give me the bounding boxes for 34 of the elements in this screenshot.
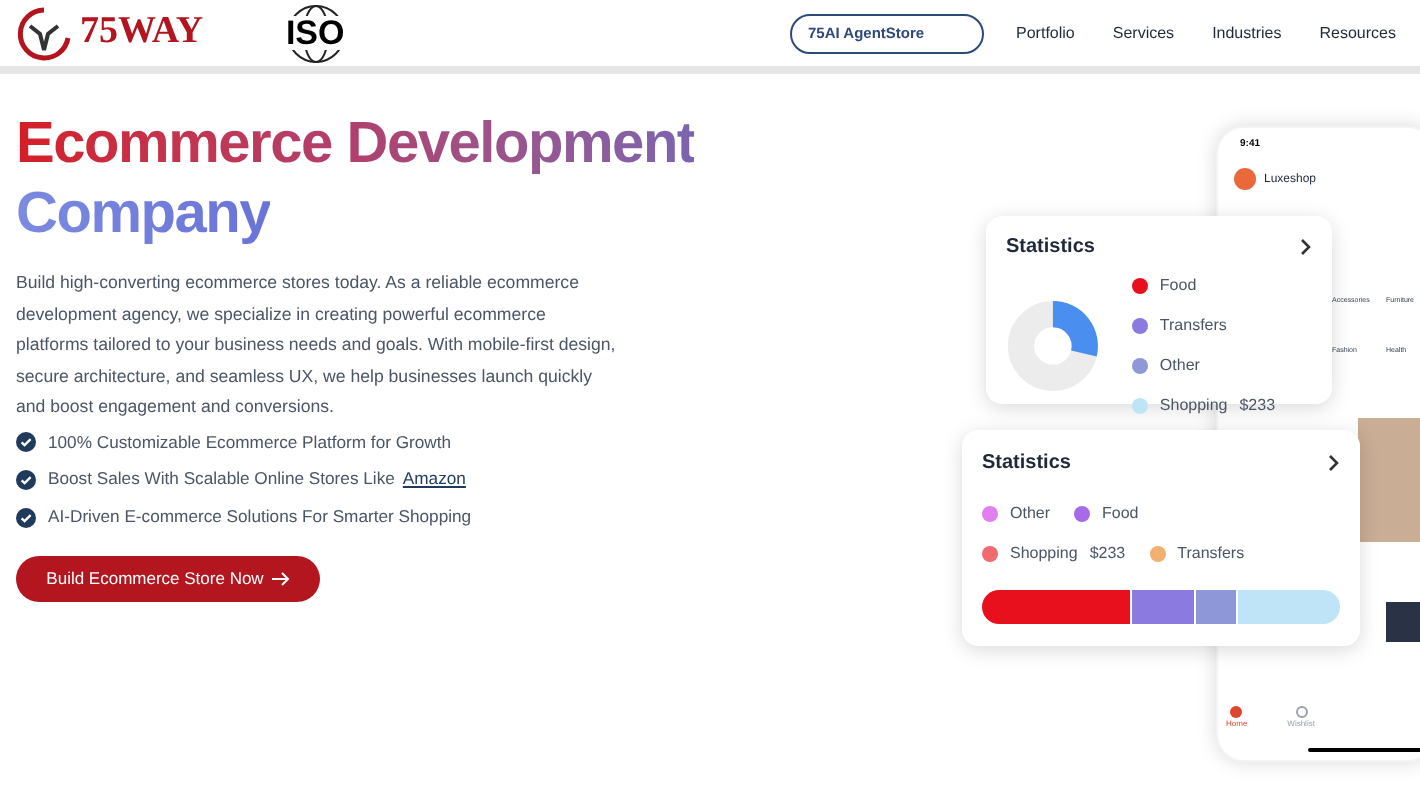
store-avatar xyxy=(1234,168,1256,190)
legend-label: Food xyxy=(1102,502,1139,526)
nav-link[interactable]: Resources xyxy=(1319,21,1396,45)
chevron-right-icon[interactable] xyxy=(1328,454,1340,472)
nav-link[interactable]: Portfolio xyxy=(1016,21,1075,45)
amazon-link[interactable]: Amazon xyxy=(402,466,466,493)
check-badge-icon xyxy=(16,431,36,452)
card-title: Statistics xyxy=(982,450,1071,478)
donut-chart-drawing xyxy=(1006,296,1100,396)
logo-text: 75WAY xyxy=(80,8,204,57)
build-store-button[interactable]: Build Ecommerce Store Now xyxy=(16,556,320,603)
home-indicator xyxy=(1308,748,1420,752)
legend-label: Transfers xyxy=(1177,542,1245,566)
legend-label: Food xyxy=(1159,274,1197,298)
card-title: Statistics xyxy=(1006,234,1095,262)
arrow-right-icon xyxy=(271,572,290,587)
check-badge-icon xyxy=(16,507,36,528)
feature-text: AI-Driven E-commerce Solutions For Smarter Shopping xyxy=(48,504,472,531)
nav-link[interactable]: Industries xyxy=(1212,21,1282,45)
legend-label: Shopping xyxy=(1159,394,1228,418)
legend-label: Shopping xyxy=(1010,542,1078,566)
legend-label: Transfers xyxy=(1159,314,1227,338)
legend-value: $233 xyxy=(1239,394,1276,418)
logo-icon xyxy=(16,5,72,61)
legend-label: Other xyxy=(1159,354,1200,378)
chevron-right-icon[interactable] xyxy=(1300,238,1312,256)
nav-link[interactable]: Services xyxy=(1112,21,1175,45)
check-badge-icon xyxy=(16,469,36,490)
legend-value: $233 xyxy=(1089,542,1126,566)
legend-label: Other xyxy=(1010,502,1051,526)
feature-text: Boost Sales With Scalable Online Stores Like xyxy=(48,466,395,493)
description-paragraph: Build high-converting ecommerce stores today. As a reliable ecommerce development agency, we specialize in creating powerful ecommerce platforms tailored to your business needs and goals. With mobile-first design, secure architecture, and seamless UX, we help businesses launch quickly and boost engagement and conversions. xyxy=(16,270,618,420)
photo-placeholder xyxy=(1358,418,1420,542)
feature-text: 100% Customizable Ecommerce Platform for Growth xyxy=(48,429,452,455)
